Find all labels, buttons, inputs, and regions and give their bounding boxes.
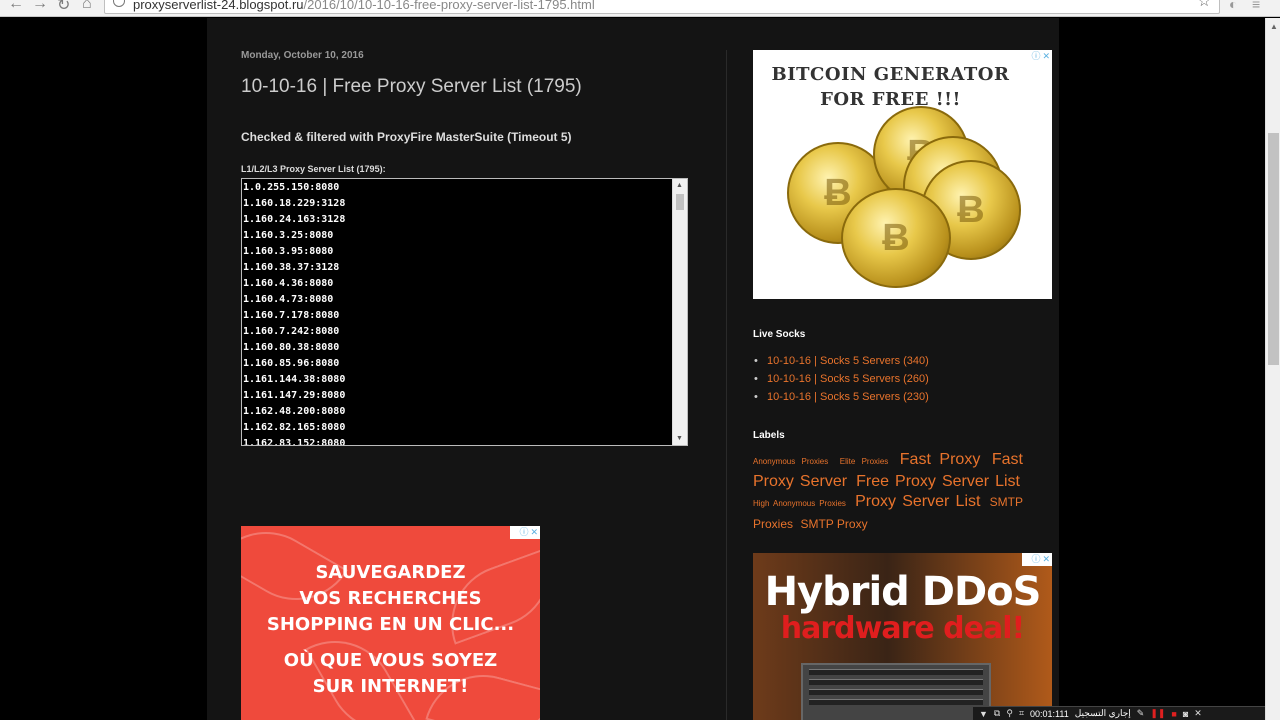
recorder-toolbar: ▼ ⧉ ⚲ ⌗ 00:01:111 إجاري التسجيل ✎ ❚❚ ■ ◙… [973, 706, 1265, 720]
dropdown-icon[interactable]: ▼ [979, 709, 988, 719]
post-title[interactable]: 10-10-16 | Free Proxy Server List (1795) [241, 76, 582, 98]
label-link[interactable]: High Anonymous Proxies [753, 499, 846, 508]
url-path: /2016/10/10-10-16-free-proxy-server-list… [303, 0, 595, 12]
ad-line: OÙ QUE VOUS SOYEZ [283, 650, 498, 671]
adchoices-icon[interactable]: ⓘ [1031, 50, 1040, 63]
window-icon[interactable]: ⧉ [994, 708, 1000, 719]
close-icon[interactable]: ✕ [1042, 50, 1050, 63]
coin-icon [841, 188, 951, 288]
proxy-lines: 1.0.255.150:8080 1.160.18.229:3128 1.160.2… [243, 180, 346, 446]
scroll-up-icon[interactable]: ▲ [676, 182, 683, 189]
proxy-line: 1.160.3.95:8080 [243, 246, 334, 257]
recording-timer: 00:01:111 [1030, 708, 1069, 719]
proxy-line: 1.160.85.96:8080 [243, 358, 340, 369]
ad-controls: ⓘ ✕ [510, 526, 540, 539]
url-host: proxyserverlist-24.blogspot.ru [133, 0, 304, 12]
page-scrollbar[interactable]: ▲ [1265, 18, 1280, 720]
address-bar[interactable]: proxyserverlist-24.blogspot.ru/2016/10/1… [104, 0, 1220, 14]
column-divider [726, 50, 727, 720]
socks-link[interactable]: 10-10-16 | Socks 5 Servers (340) [753, 352, 929, 370]
proxy-line: 1.162.48.200:8080 [243, 406, 346, 417]
adchoices-icon[interactable]: ⓘ [519, 526, 528, 539]
label-link[interactable]: SMTP Proxy [800, 517, 867, 531]
proxy-line: 1.161.144.38:8080 [243, 374, 346, 385]
ad-controls: ⓘ ✕ [1022, 50, 1052, 63]
socks-link-list: 10-10-16 | Socks 5 Servers (340) 10-10-1… [753, 352, 929, 406]
url-text: proxyserverlist-24.blogspot.ru/2016/10/1… [133, 0, 595, 12]
adchoices-icon[interactable]: ⓘ [1031, 553, 1040, 566]
bitcoin-ad-line1: BITCOIN GENERATOR [771, 64, 1010, 85]
reload-icon[interactable]: ↻ [57, 0, 70, 15]
socks-link[interactable]: 10-10-16 | Socks 5 Servers (260) [753, 370, 929, 388]
browser-toolbar: ← → ↻ ⌂ proxyserverlist-24.blogspot.ru/2… [0, 0, 1280, 17]
close-icon[interactable]: ✕ [1194, 708, 1202, 719]
ad-line: VOS RECHERCHES [299, 588, 482, 609]
page-scroll-thumb[interactable] [1268, 133, 1279, 365]
proxy-line: 1.160.4.36:8080 [243, 278, 334, 289]
ddos-ad-subheadline: hardware deal! [780, 611, 1025, 646]
label-link[interactable]: Proxy Server List [855, 493, 980, 510]
ddos-ad[interactable]: Hybrid DDoS hardware deal! ⓘ ✕ [753, 553, 1052, 720]
scroll-thumb[interactable] [676, 194, 684, 210]
crop-icon[interactable]: ⌗ [1019, 708, 1024, 719]
scroll-up-icon[interactable]: ▲ [1270, 22, 1278, 31]
close-icon[interactable]: ✕ [1042, 553, 1050, 566]
camera-icon[interactable]: ◙ [1183, 709, 1188, 719]
post-subtitle: Checked & filtered with ProxyFire Master… [241, 130, 572, 144]
arrow-left-icon[interactable]: ← [8, 0, 24, 13]
label-link[interactable]: Fast Proxy [900, 451, 981, 468]
proxy-line: 1.160.7.178:8080 [243, 310, 340, 321]
ad-controls: ⓘ ✕ [1022, 553, 1052, 566]
post-date: Monday, October 10, 2016 [241, 50, 364, 61]
ad-line: SHOPPING EN UN CLIC... [266, 614, 515, 635]
textarea-scrollbar[interactable]: ▲ ▼ [672, 179, 687, 445]
labels-cloud: Anonymous Proxies Elite Proxies Fast Pro… [753, 450, 1023, 534]
arrow-right-icon[interactable]: → [32, 0, 48, 13]
ad-line: SUR INTERNET! [312, 676, 469, 697]
hardware-image [801, 663, 991, 720]
label-link[interactable]: Elite Proxies [840, 457, 889, 466]
close-icon[interactable]: ✕ [530, 526, 538, 539]
proxy-list-label: L1/L2/L3 Proxy Server List (1795): [241, 164, 386, 174]
bitcoin-ad-headline: BITCOIN GENERATOR FOR FREE !!! [753, 62, 1028, 112]
scroll-down-icon[interactable]: ▼ [676, 435, 683, 442]
label-link[interactable]: Free Proxy Server List [856, 473, 1020, 490]
recording-status: إجاري التسجيل [1074, 708, 1131, 718]
label-link[interactable]: Anonymous Proxies [753, 457, 828, 466]
ad-line: SAUVEGARDEZ [315, 562, 466, 583]
extension-icon[interactable]: ◐ [1229, 0, 1237, 12]
ddos-ad-headline: Hybrid DDoS [764, 569, 1042, 615]
labels-heading: Labels [753, 430, 785, 441]
proxy-line: 1.161.147.29:8080 [243, 390, 346, 401]
star-icon[interactable]: ☆ [1198, 0, 1211, 10]
page-info-icon[interactable] [113, 0, 125, 7]
shopping-ad[interactable]: SAUVEGARDEZ VOS RECHERCHES SHOPPING EN U… [241, 526, 540, 720]
proxy-line: 1.160.3.25:8080 [243, 230, 334, 241]
proxy-line: 1.162.83.152:8080 [243, 438, 346, 446]
blog-content: Monday, October 10, 2016 10-10-16 | Free… [207, 18, 1059, 720]
live-socks-heading: Live Socks [753, 329, 806, 340]
proxy-line: 1.0.255.150:8080 [243, 182, 340, 193]
proxy-line: 1.160.80.38:8080 [243, 342, 340, 353]
proxy-line: 1.160.7.242:8080 [243, 326, 340, 337]
home-icon[interactable]: ⌂ [82, 0, 92, 13]
stop-icon[interactable]: ■ [1171, 709, 1176, 719]
web-page: Monday, October 10, 2016 10-10-16 | Free… [0, 18, 1265, 720]
zoom-icon[interactable]: ⚲ [1006, 708, 1013, 719]
socks-link[interactable]: 10-10-16 | Socks 5 Servers (230) [753, 388, 929, 406]
pen-icon[interactable]: ✎ [1137, 708, 1145, 719]
menu-icon[interactable]: ≡ [1252, 0, 1260, 12]
proxy-list-textarea[interactable]: 1.0.255.150:8080 1.160.18.229:3128 1.160.2… [241, 178, 688, 446]
bitcoin-ad[interactable]: BITCOIN GENERATOR FOR FREE !!! ⓘ ✕ [753, 50, 1052, 299]
proxy-line: 1.160.18.229:3128 [243, 198, 346, 209]
proxy-line: 1.160.4.73:8080 [243, 294, 334, 305]
shopping-ad-text: SAUVEGARDEZ VOS RECHERCHES SHOPPING EN U… [241, 560, 540, 700]
proxy-line: 1.160.38.37:3128 [243, 262, 340, 273]
proxy-line: 1.160.24.163:3128 [243, 214, 346, 225]
pause-icon[interactable]: ❚❚ [1150, 708, 1165, 719]
proxy-line: 1.162.82.165:8080 [243, 422, 346, 433]
